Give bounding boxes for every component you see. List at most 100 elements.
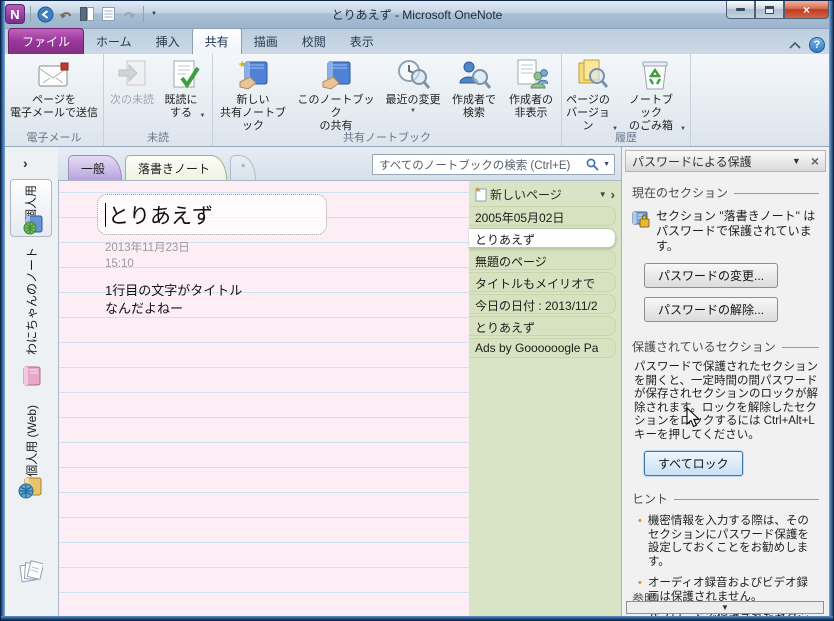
group-label: 電子メール bbox=[26, 132, 82, 144]
page-tab[interactable]: 今日の日付 : 2013/11/2 bbox=[469, 294, 616, 314]
group-label: 履歴 bbox=[615, 132, 637, 144]
protection-status-text: セクション "落書きノート" はパスワードで保護されています。 bbox=[656, 209, 816, 253]
ribbon-group-history: ページの バージョン ▼ ノートブック のごみ箱 ▼ 履歴 bbox=[562, 54, 691, 146]
search-box[interactable]: ▼ bbox=[372, 154, 615, 175]
tab-review[interactable]: 校閲 bbox=[290, 29, 338, 54]
maximize-icon bbox=[765, 5, 774, 14]
recent-edits-button[interactable]: 最近の変更 ▼ bbox=[380, 55, 446, 129]
task-pane-close-icon[interactable]: × bbox=[811, 154, 819, 168]
section-tab-bar: 一般 落書きノート * ▼ bbox=[58, 147, 621, 180]
maximize-button[interactable] bbox=[755, 1, 784, 19]
page-versions-icon bbox=[575, 58, 609, 92]
page-canvas[interactable]: とりあえず 2013年11月23日 15:10 1行目の文字がタイトル なんだよ… bbox=[58, 180, 469, 616]
page-date-time: 2013年11月23日 15:10 bbox=[105, 240, 190, 272]
group-label: 未読 bbox=[147, 132, 169, 144]
page-tab[interactable]: 2005年05月02日 bbox=[469, 206, 616, 226]
hint-text: オーディオ録音およびビデオ録画は保護されません。 bbox=[647, 577, 809, 603]
tab-view[interactable]: 表示 bbox=[338, 29, 386, 54]
minimize-button[interactable] bbox=[726, 1, 755, 19]
personal-web-notebook-icon[interactable] bbox=[18, 477, 42, 499]
notebook-recycle-bin-button[interactable]: ノートブック のごみ箱 ▼ bbox=[621, 55, 689, 132]
search-scope-dropdown-icon[interactable]: ▼ bbox=[603, 161, 610, 168]
protection-status: セクション "落書きノート" はパスワードで保護されています。 bbox=[632, 209, 819, 254]
button-label: 最近の変更 bbox=[385, 94, 441, 106]
page-tab[interactable]: Ads by Goooooogle Pa bbox=[469, 338, 616, 358]
new-section-tab[interactable]: * bbox=[230, 155, 257, 180]
mark-read-button[interactable]: 既読に する ▼ bbox=[159, 55, 211, 129]
hints-header: ヒント bbox=[632, 490, 819, 507]
content-row: とりあえず 2013年11月23日 15:10 1行目の文字がタイトル なんだよ… bbox=[58, 180, 621, 616]
page-body-text[interactable]: 1行目の文字がタイトル なんだよねー bbox=[105, 282, 242, 317]
tab-file[interactable]: ファイル bbox=[8, 28, 85, 54]
window-border bbox=[1, 1, 5, 620]
ribbon-group-unread: 次の未読 既読に する ▼ 未読 bbox=[104, 54, 213, 146]
new-shared-notebook-button[interactable]: 新しい 共有ノートブック bbox=[214, 55, 292, 132]
page-tab[interactable]: タイトルもメイリオで bbox=[469, 272, 616, 292]
window-border bbox=[829, 1, 833, 620]
minimize-ribbon-icon[interactable] bbox=[789, 41, 801, 49]
page-versions-button[interactable]: ページの バージョン ▼ bbox=[563, 55, 621, 132]
center-column: 一般 落書きノート * ▼ とりあえず bbox=[58, 147, 621, 616]
new-shared-notebook-icon bbox=[236, 58, 270, 92]
notebook-navigation-bar: › 個人用 わにちゃんのノート 個人用 (Web) bbox=[5, 147, 58, 616]
close-icon: × bbox=[802, 2, 810, 17]
section-tab-rakugaki[interactable]: 落書きノート bbox=[125, 155, 228, 180]
tab-share[interactable]: 共有 bbox=[191, 28, 242, 54]
close-button[interactable]: × bbox=[784, 1, 829, 19]
page-title[interactable]: とりあえず bbox=[108, 200, 213, 230]
sidebar-item-personal-notebook[interactable]: 個人用 bbox=[10, 179, 52, 237]
find-by-author-button[interactable]: 作成者で 検索 bbox=[446, 55, 502, 129]
ribbon-group-shared-notebook: 新しい 共有ノートブック このノートブック の共有 最近の変更 ▼ 作成者で 検… bbox=[213, 54, 562, 146]
unfiled-notes-icon[interactable] bbox=[19, 559, 43, 583]
notebook-recycle-bin-icon bbox=[638, 58, 672, 92]
protected-sections-header: 保護されているセクション bbox=[632, 338, 819, 355]
tab-home[interactable]: ホーム bbox=[84, 29, 144, 54]
expand-navigation-icon[interactable]: › bbox=[23, 155, 28, 171]
tab-draw[interactable]: 描画 bbox=[242, 29, 290, 54]
locked-section-icon bbox=[632, 211, 650, 228]
lock-all-button[interactable]: すべてロック bbox=[644, 451, 743, 476]
remove-password-button[interactable]: パスワードの解除... bbox=[644, 297, 779, 322]
tab-insert[interactable]: 挿入 bbox=[144, 29, 192, 54]
new-page-label: 新しいページ bbox=[490, 188, 562, 202]
help-button[interactable]: ? bbox=[809, 37, 825, 53]
task-pane-dropdown-icon[interactable]: ▼ bbox=[792, 156, 801, 166]
hide-authors-button[interactable]: 作成者の 非表示 bbox=[502, 55, 560, 129]
notebook-label: わにちゃんのノート bbox=[25, 247, 39, 356]
personal-notebook-icon bbox=[23, 215, 43, 235]
search-input[interactable] bbox=[377, 157, 587, 172]
page-tab[interactable]: とりあえず bbox=[469, 316, 616, 336]
wani-notebook-icon[interactable] bbox=[20, 365, 42, 387]
collapse-page-tabs-icon[interactable]: › bbox=[611, 187, 615, 202]
bullet-icon: • bbox=[638, 515, 642, 527]
page-time: 15:10 bbox=[105, 258, 134, 270]
button-label: 既読に する bbox=[164, 94, 198, 119]
email-page-icon bbox=[37, 58, 71, 92]
search-icon[interactable] bbox=[586, 158, 599, 171]
change-password-button[interactable]: パスワードの変更... bbox=[644, 263, 779, 288]
task-pane-scroll-down-button[interactable]: ▼ bbox=[626, 601, 824, 614]
section-header-label: ヒント bbox=[632, 492, 669, 506]
page-title-box[interactable]: とりあえず bbox=[97, 194, 327, 235]
find-by-author-icon bbox=[457, 58, 491, 92]
dropdown-arrow-icon: ▼ bbox=[410, 108, 416, 114]
button-label: 次の未読 bbox=[110, 94, 154, 106]
share-this-notebook-button[interactable]: このノートブック の共有 bbox=[292, 55, 380, 132]
titlebar: N ▼ とりあえず - Microsoft OneNote × bbox=[1, 1, 833, 29]
scroll-down-icon: ▼ bbox=[721, 603, 729, 612]
new-page-button[interactable]: 新しいページ ▼ › bbox=[469, 183, 621, 206]
page-tabs-panel: 新しいページ ▼ › 2005年05月02日 とりあえず 無題のページ タイトル… bbox=[469, 180, 621, 616]
share-this-notebook-icon bbox=[319, 58, 353, 92]
section-tab-general[interactable]: 一般 bbox=[68, 155, 123, 180]
new-page-icon bbox=[475, 187, 487, 202]
mouse-cursor bbox=[686, 407, 701, 428]
email-page-button[interactable]: ページを 電子メールで送信 bbox=[6, 55, 102, 129]
page-tab[interactable]: 無題のページ bbox=[469, 250, 616, 270]
next-unread-icon bbox=[115, 58, 149, 92]
button-label: 作成者で 検索 bbox=[452, 94, 496, 119]
hint-item: • オーディオ録音およびビデオ録画は保護されません。 bbox=[638, 577, 819, 604]
onenote-window: N ▼ とりあえず - Microsoft OneNote × ファイル ホーム… bbox=[0, 0, 834, 621]
main-area: › 個人用 わにちゃんのノート 個人用 (Web) 一般 落書きノート * すべ… bbox=[5, 147, 829, 616]
page-tab-selected[interactable]: とりあえず bbox=[469, 228, 616, 248]
new-page-dropdown-icon[interactable]: ▼ bbox=[599, 190, 607, 199]
